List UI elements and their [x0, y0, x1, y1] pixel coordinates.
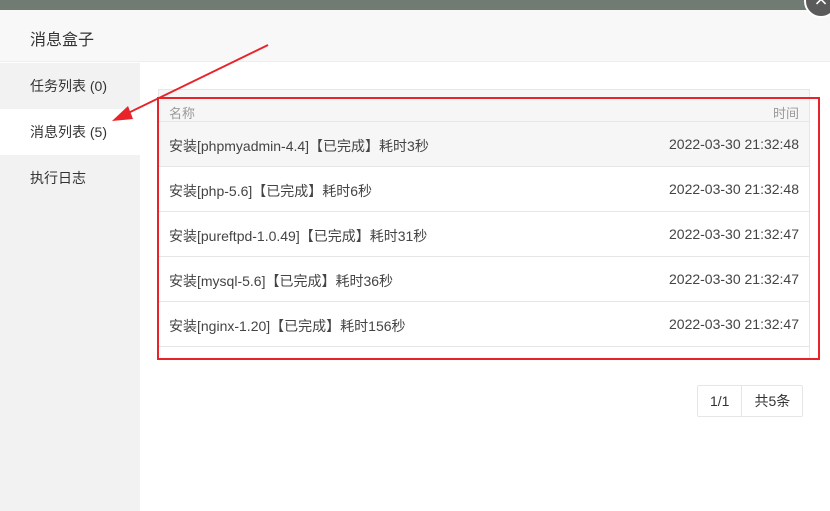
cell-name: 安装[mysql-5.6]【已完成】耗时36秒	[169, 273, 394, 289]
sidebar-item-message-list[interactable]: 消息列表 (5)	[0, 109, 140, 155]
sidebar-item-task-list[interactable]: 任务列表 (0)	[0, 63, 140, 109]
cell-time: 2022-03-30 21:32:48	[669, 136, 799, 152]
table-footer	[159, 347, 809, 359]
pagination-page[interactable]: 1/1	[698, 386, 741, 416]
cell-name: 安装[nginx-1.20]【已完成】耗时156秒	[169, 318, 406, 334]
column-header-name: 名称	[169, 106, 196, 121]
table-row[interactable]: 安装[php-5.6]【已完成】耗时6秒 2022-03-30 21:32:48	[159, 167, 809, 212]
table-row[interactable]: 安装[pureftpd-1.0.49]【已完成】耗时31秒 2022-03-30…	[159, 212, 809, 257]
main-content: 名称 时间 安装[phpmyadmin-4.4]【已完成】耗时3秒 2022-0…	[140, 63, 830, 511]
cell-name: 安装[php-5.6]【已完成】耗时6秒	[169, 183, 373, 199]
dialog-title: 消息盒子	[30, 32, 95, 49]
pagination-total: 共5条	[741, 386, 802, 416]
cell-time: 2022-03-30 21:32:47	[669, 226, 799, 242]
table-header: 名称 时间	[159, 90, 809, 122]
dialog-header: 消息盒子	[0, 10, 830, 62]
message-table: 名称 时间 安装[phpmyadmin-4.4]【已完成】耗时3秒 2022-0…	[158, 89, 810, 360]
cell-time: 2022-03-30 21:32:47	[669, 316, 799, 332]
message-box-dialog: 消息盒子 任务列表 (0) 消息列表 (5) 执行日志 名称 时间 安装[php…	[0, 10, 830, 511]
sidebar-item-execution-log[interactable]: 执行日志	[0, 155, 140, 201]
table-row[interactable]: 安装[nginx-1.20]【已完成】耗时156秒 2022-03-30 21:…	[159, 302, 809, 347]
column-header-time: 时间	[772, 106, 799, 121]
background-strip	[0, 0, 830, 10]
sidebar: 任务列表 (0) 消息列表 (5) 执行日志	[0, 63, 140, 511]
pagination: 1/1 共5条	[697, 385, 804, 417]
table-row[interactable]: 安装[phpmyadmin-4.4]【已完成】耗时3秒 2022-03-30 2…	[159, 122, 809, 167]
cell-time: 2022-03-30 21:32:47	[669, 271, 799, 287]
table-row[interactable]: 安装[mysql-5.6]【已完成】耗时36秒 2022-03-30 21:32…	[159, 257, 809, 302]
cell-name: 安装[phpmyadmin-4.4]【已完成】耗时3秒	[169, 138, 429, 154]
cell-time: 2022-03-30 21:32:48	[669, 181, 799, 197]
cell-name: 安装[pureftpd-1.0.49]【已完成】耗时31秒	[169, 228, 428, 244]
